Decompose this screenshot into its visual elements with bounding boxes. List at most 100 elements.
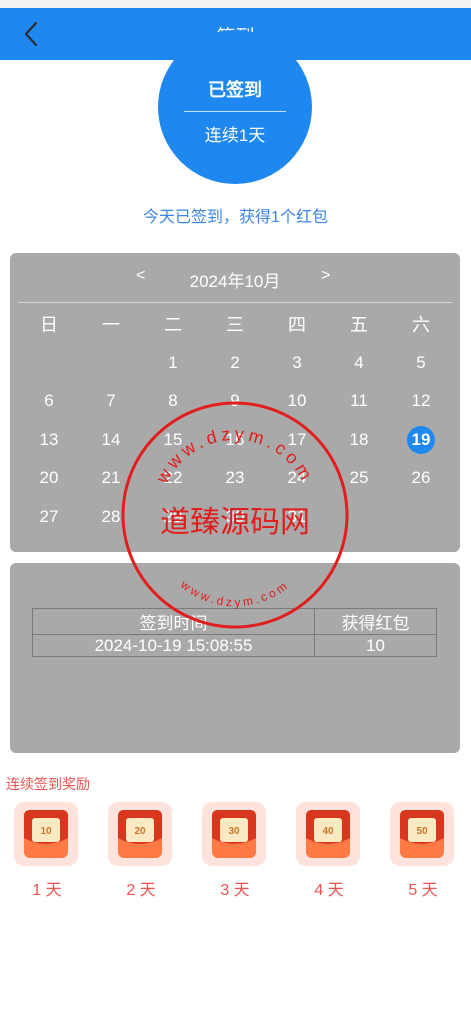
calendar-day[interactable]: 15 [142,421,204,460]
calendar-day[interactable]: 5 [390,344,452,383]
calendar-day[interactable]: 3 [266,344,328,383]
weekday-header: 六 [412,315,430,336]
checkin-records-panel: 签到时间 获得红包 2024-10-19 15:08:55 10 [10,563,460,753]
streak-rewards-list: 10 1 天 20 2 天 30 3 天 40 4 天 50 5 天 [0,802,471,902]
calendar-day[interactable]: 12 [390,382,452,421]
calendar-day[interactable]: 21 [80,459,142,498]
checkin-status-text: 已签到 [208,80,262,100]
calendar-nav: < 2024年10月 > [10,267,460,291]
calendar-month-title: 2024年10月 [189,272,281,291]
calendar-day[interactable]: 10 [266,382,328,421]
calendar-day[interactable]: 11 [328,382,390,421]
weekday-header: 四 [288,315,306,336]
day-number: 12 [411,391,431,411]
day-number: 7 [106,391,116,411]
checkin-time-cell: 2024-10-19 15:08:55 [32,634,315,657]
day-number: 16 [225,429,245,449]
day-number: 18 [349,429,369,449]
reward-tile: 10 [14,802,78,866]
reward-item[interactable]: 20 2 天 [108,802,174,900]
day-number: 1 [168,352,178,372]
calendar-day[interactable]: 26 [390,459,452,498]
calendar-day[interactable]: 22 [142,459,204,498]
calendar-day-today[interactable]: 19 [390,421,452,460]
day-number: 2 [230,352,240,372]
calendar-day[interactable]: 17 [266,421,328,460]
streak-rewards-title: 连续签到奖励 [6,776,90,792]
reward-amount: 40 [322,826,334,837]
calendar-day[interactable]: 23 [204,459,266,498]
calendar-day[interactable]: 1 [142,344,204,383]
reward-item[interactable]: 40 4 天 [296,802,362,900]
reward-item[interactable]: 50 5 天 [390,802,456,900]
day-number: 21 [101,468,121,488]
day-number: 8 [168,391,178,411]
red-packet-icon: 50 [400,810,444,858]
reward-day-label: 4 天 [314,882,344,899]
calendar-day[interactable]: 25 [328,459,390,498]
calendar-day[interactable]: 13 [18,421,80,460]
weekday-header: 五 [350,315,368,336]
calendar-day[interactable]: 14 [80,421,142,460]
calendar-day[interactable]: 2 [204,344,266,383]
calendar-panel: < 2024年10月 > 日一二三四五六 1 2 3 4 5 6 7 8 9 10 11 12 13 14 1… [10,253,460,552]
day-number: 20 [39,468,59,488]
day-number: 23 [225,468,245,488]
reward-tile: 50 [390,802,454,866]
reward-amount: 50 [416,826,428,837]
calendar-day[interactable]: 8 [142,382,204,421]
reward-tile: 40 [296,802,360,866]
weekday-header: 三 [226,315,244,336]
calendar-grid: 日一二三四五六 1 2 3 4 5 6 7 8 9 10 11 12 13 14 15 16 17 18 19 20 21… [18,305,452,536]
day-number: 29 [163,506,183,526]
calendar-day[interactable]: 18 [328,421,390,460]
day-number: 9 [230,391,240,411]
day-number: 13 [39,429,59,449]
streak-text: 连续1天 [204,126,266,145]
reward-day-label: 5 天 [408,882,438,899]
day-number: 22 [163,468,183,488]
next-month-button[interactable]: > [321,267,330,285]
calendar-day[interactable]: 27 [18,498,80,537]
weekday-header: 日 [40,315,58,336]
day-number: 5 [416,352,426,372]
day-number: 14 [101,429,121,449]
reward-item[interactable]: 30 3 天 [202,802,268,900]
calendar-day[interactable]: 4 [328,344,390,383]
calendar-day[interactable]: 29 [142,498,204,537]
reward-amount: 30 [228,826,240,837]
day-number: 3 [292,352,302,372]
reward-day-label: 3 天 [220,882,250,899]
day-number: 25 [349,468,369,488]
status-bar [0,0,471,8]
reward-item[interactable]: 10 1 天 [14,802,80,900]
day-number: 15 [163,429,183,449]
weekday-header: 一 [102,315,120,336]
day-number: 28 [101,506,121,526]
day-number: 27 [39,506,59,526]
badge-divider [184,111,286,112]
calendar-blank-cell [18,344,80,383]
calendar-day[interactable]: 20 [18,459,80,498]
calendar-day[interactable]: 16 [204,421,266,460]
checkin-records-table: 签到时间 获得红包 2024-10-19 15:08:55 10 [32,608,437,657]
checkin-message: 今天已签到，获得1个红包 [143,209,328,226]
calendar-day[interactable]: 24 [266,459,328,498]
calendar-day[interactable]: 9 [204,382,266,421]
today-day-number: 19 [407,425,435,454]
red-packet-icon: 20 [118,810,162,858]
calendar-day[interactable]: 28 [80,498,142,537]
day-number: 30 [225,506,245,526]
calendar-day[interactable]: 7 [80,382,142,421]
calendar-day[interactable]: 30 [204,498,266,537]
reward-tile: 30 [202,802,266,866]
reward-tile: 20 [108,802,172,866]
calendar-day[interactable]: 31 [266,498,328,537]
calendar-day[interactable]: 6 [18,382,80,421]
reward-amount: 20 [134,826,146,837]
day-number: 11 [350,391,368,411]
day-number: 4 [354,352,364,372]
reward-amount-cell: 10 [314,634,437,657]
red-packet-icon: 40 [306,810,350,858]
column-header-checkin-time: 签到时间 [32,608,315,635]
